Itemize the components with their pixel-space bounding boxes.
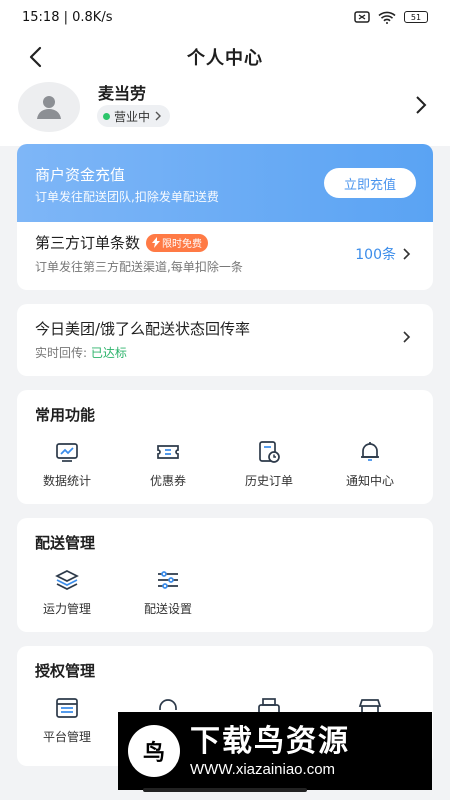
status-icons: 51 bbox=[354, 11, 428, 24]
platform-management-button[interactable]: 平台管理 bbox=[27, 696, 107, 745]
watermark-overlay: 鸟 下载鸟资源 WWW.xiazainiao.com bbox=[118, 712, 432, 790]
chart-icon bbox=[56, 443, 78, 462]
network-speed: 0.8K/s bbox=[72, 9, 113, 25]
merchant-name: 麦当劳 bbox=[98, 84, 147, 103]
coupon-icon bbox=[157, 445, 179, 459]
status-left: 15:18 | 0.8K/s bbox=[22, 9, 113, 25]
profile-section[interactable]: 麦当劳 营业中 bbox=[0, 80, 450, 146]
status-dot-icon bbox=[103, 112, 110, 120]
chevron-right-icon bbox=[403, 248, 411, 260]
section-title: 授权管理 bbox=[35, 662, 96, 680]
section-title: 配送管理 bbox=[35, 534, 96, 552]
free-badge: 限时免费 bbox=[146, 233, 209, 252]
watermark-url: WWW.xiazainiao.com bbox=[190, 760, 336, 778]
recharge-button[interactable]: 立即充值 bbox=[324, 168, 416, 198]
stats-button[interactable]: 数据统计 bbox=[27, 440, 107, 489]
avatar[interactable] bbox=[18, 82, 80, 132]
chevron-right-icon bbox=[403, 331, 411, 343]
bell-icon bbox=[361, 442, 379, 461]
rate-status: 已达标 bbox=[90, 346, 127, 360]
capacity-management-button[interactable]: 运力管理 bbox=[27, 568, 107, 617]
battery-icon: 51 bbox=[404, 11, 428, 23]
recharge-desc: 订单发往配送团队,扣除发单配送费 bbox=[35, 190, 219, 204]
delivery-rate-card[interactable]: 今日美团/饿了么配送状态回传率 实时回传: 已达标 bbox=[17, 304, 433, 376]
delivery-management-card: 配送管理 运力管理 配送设置 bbox=[17, 518, 433, 632]
business-status-label: 营业中 bbox=[114, 109, 151, 124]
business-status-chip[interactable]: 营业中 bbox=[97, 105, 171, 127]
recharge-banner: 商户资金充值 订单发往配送团队,扣除发单配送费 立即充值 bbox=[17, 144, 433, 222]
history-order-icon bbox=[259, 441, 280, 463]
common-functions-card: 常用功能 数据统计 优惠券 历史订单 通知中心 bbox=[17, 390, 433, 504]
nav-bar: 个人中心 bbox=[0, 34, 450, 80]
layers-icon bbox=[55, 570, 79, 590]
sim-off-icon bbox=[354, 11, 370, 23]
third-party-count[interactable]: 100条 bbox=[355, 244, 411, 264]
page-title: 个人中心 bbox=[187, 48, 263, 69]
rate-subtitle: 实时回传: 已达标 bbox=[35, 346, 127, 360]
delivery-settings-button[interactable]: 配送设置 bbox=[128, 568, 208, 617]
section-title: 常用功能 bbox=[35, 406, 96, 424]
chevron-right-small-icon bbox=[155, 111, 162, 121]
sliders-icon bbox=[158, 571, 178, 589]
third-party-desc: 订单发往第三方配送渠道,每单扣除一条 bbox=[35, 260, 243, 274]
back-arrow-icon[interactable] bbox=[24, 44, 50, 70]
third-party-title: 第三方订单条数 bbox=[35, 234, 141, 252]
wifi-icon bbox=[378, 11, 396, 24]
notification-center-button[interactable]: 通知中心 bbox=[330, 440, 410, 489]
history-orders-button[interactable]: 历史订单 bbox=[229, 440, 309, 489]
status-bar: 15:18 | 0.8K/s 51 bbox=[0, 0, 450, 34]
status-time: 15:18 bbox=[22, 9, 60, 25]
watermark-text: 下载鸟资源 bbox=[190, 723, 350, 759]
third-party-orders-card[interactable]: 第三方订单条数 限时免费 订单发往第三方配送渠道,每单扣除一条 100条 bbox=[17, 222, 433, 290]
coupon-button[interactable]: 优惠券 bbox=[128, 440, 208, 489]
user-icon bbox=[37, 96, 61, 119]
recharge-title: 商户资金充值 bbox=[35, 166, 126, 184]
home-indicator[interactable] bbox=[143, 788, 307, 792]
platform-icon bbox=[56, 698, 78, 718]
chevron-right-icon[interactable] bbox=[414, 94, 428, 116]
lightning-icon bbox=[152, 237, 161, 248]
rate-title: 今日美团/饿了么配送状态回传率 bbox=[35, 320, 251, 338]
watermark-logo-icon: 鸟 bbox=[128, 725, 180, 777]
